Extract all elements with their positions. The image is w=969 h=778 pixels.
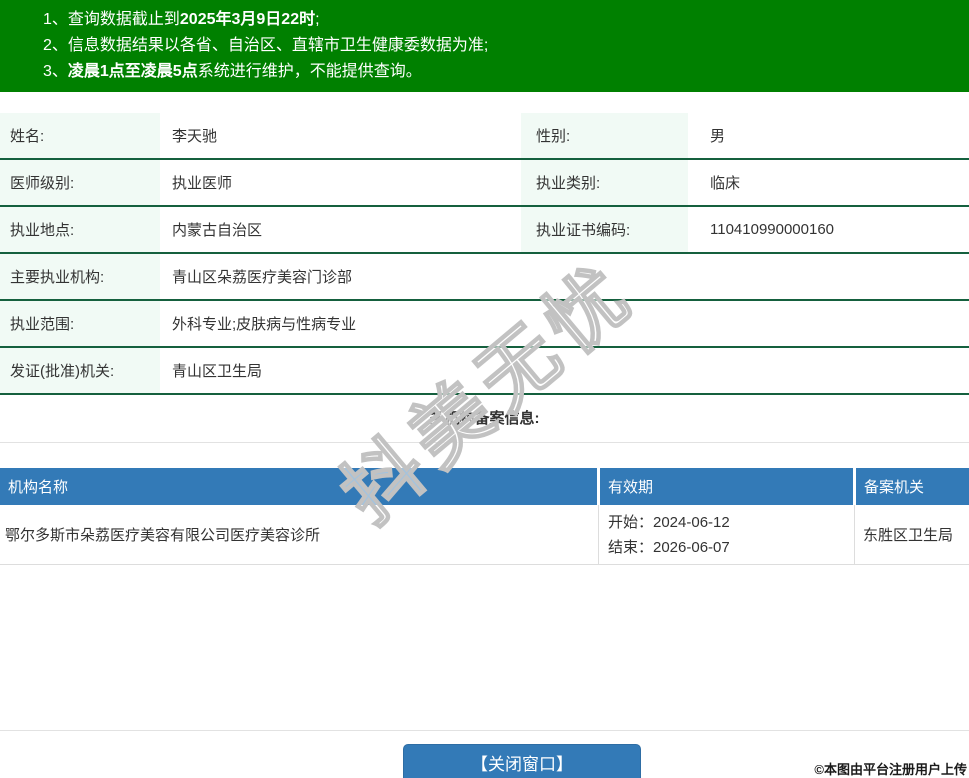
- header-institution-name: 机构名称: [0, 468, 597, 505]
- copyright-watermark-text: ©本图由平台注册用户上传: [814, 762, 967, 777]
- notice-line-3: 3、凌晨1点至凌晨5点系统进行维护，不能提供查询。: [43, 59, 969, 85]
- value-doctor-level: 执业医师: [172, 175, 233, 192]
- label-practice-scope: 执业范围:: [0, 301, 160, 346]
- row-practice-scope: 执业范围: 外科专业;皮肤病与性病专业: [0, 301, 969, 348]
- label-certificate-number: 执业证书编码:: [521, 207, 688, 252]
- value-name: 李天驰: [172, 128, 218, 145]
- value-certificate-number: 110410990000160: [710, 221, 835, 238]
- value-practice-category: 临床: [710, 175, 741, 192]
- value-gender: 男: [710, 128, 726, 145]
- notice-line-2: 2、信息数据结果以各省、自治区、直辖市卫生健康委数据为准;: [43, 33, 969, 59]
- notice-3-bold: 凌晨1点至凌晨5点: [67, 63, 198, 80]
- notice-3-text: 3、: [43, 63, 68, 80]
- label-doctor-level: 医师级别:: [0, 160, 160, 205]
- value-issuing-authority: 青山区卫生局: [172, 363, 263, 380]
- header-filing-authority: 备案机关: [856, 468, 969, 505]
- practitioner-info-table: 姓名: 李天驰 性别: 男 医师级别: 执业医师 执业类别: 临床 执业地点: …: [0, 113, 969, 395]
- validity-start-date: 开始：2024-06-12: [608, 514, 730, 531]
- divider-above-footer: [0, 730, 969, 731]
- notice-1-text: 1、查询数据截止到: [43, 11, 180, 28]
- notice-banner: 1、查询数据截止到2025年3月9日22时; 2、信息数据结果以各省、自治区、直…: [0, 0, 969, 92]
- label-name: 姓名:: [0, 113, 160, 158]
- label-gender: 性别:: [521, 113, 688, 158]
- filing-table-header: 机构名称 有效期 备案机关: [0, 468, 969, 505]
- cell-institution-name: 鄂尔多斯市朵荔医疗美容有限公司医疗美容诊所: [0, 505, 599, 564]
- value-main-institution: 青山区朵荔医疗美容门诊部: [172, 269, 353, 286]
- close-window-button[interactable]: 【关闭窗口】: [403, 744, 641, 778]
- label-practice-category: 执业类别:: [521, 160, 688, 205]
- notice-2-text: 2、信息数据结果以各省、自治区、直辖市卫生健康委数据为准;: [43, 37, 489, 54]
- row-issuing-authority: 发证(批准)机关: 青山区卫生局: [0, 348, 969, 395]
- value-practice-scope: 外科专业;皮肤病与性病专业: [172, 316, 357, 333]
- notice-1-bold: 2025年3月9日22时: [179, 11, 316, 28]
- cell-filing-authority: 东胜区卫生局: [863, 527, 954, 544]
- row-level-category: 医师级别: 执业医师 执业类别: 临床: [0, 160, 969, 207]
- notice-3-suffix: 系统进行维护，不能提供查询。: [197, 63, 422, 80]
- notice-1-suffix: ;: [315, 11, 320, 28]
- row-location-certificate: 执业地点: 内蒙古自治区 执业证书编码: 110410990000160: [0, 207, 969, 254]
- validity-end-date: 结束：2026-06-07: [608, 539, 730, 556]
- label-main-institution: 主要执业机构:: [0, 254, 160, 299]
- row-name-gender: 姓名: 李天驰 性别: 男: [0, 113, 969, 160]
- filing-table-row: 鄂尔多斯市朵荔医疗美容有限公司医疗美容诊所 开始：2024-06-12 结束：2…: [0, 505, 969, 565]
- query-result-page: 1、查询数据截止到2025年3月9日22时; 2、信息数据结果以各省、自治区、直…: [0, 0, 969, 778]
- label-practice-location: 执业地点:: [0, 207, 160, 252]
- divider-above-filing-table: [0, 442, 969, 443]
- row-main-institution: 主要执业机构: 青山区朵荔医疗美容门诊部: [0, 254, 969, 301]
- value-practice-location: 内蒙古自治区: [172, 222, 263, 239]
- label-issuing-authority: 发证(批准)机关:: [0, 348, 160, 393]
- header-validity-period: 有效期: [600, 468, 853, 505]
- filing-section-title: 多机构备案信息:: [429, 410, 540, 427]
- notice-line-1: 1、查询数据截止到2025年3月9日22时;: [43, 7, 969, 33]
- cell-validity-period: 开始：2024-06-12 结束：2026-06-07: [599, 505, 855, 564]
